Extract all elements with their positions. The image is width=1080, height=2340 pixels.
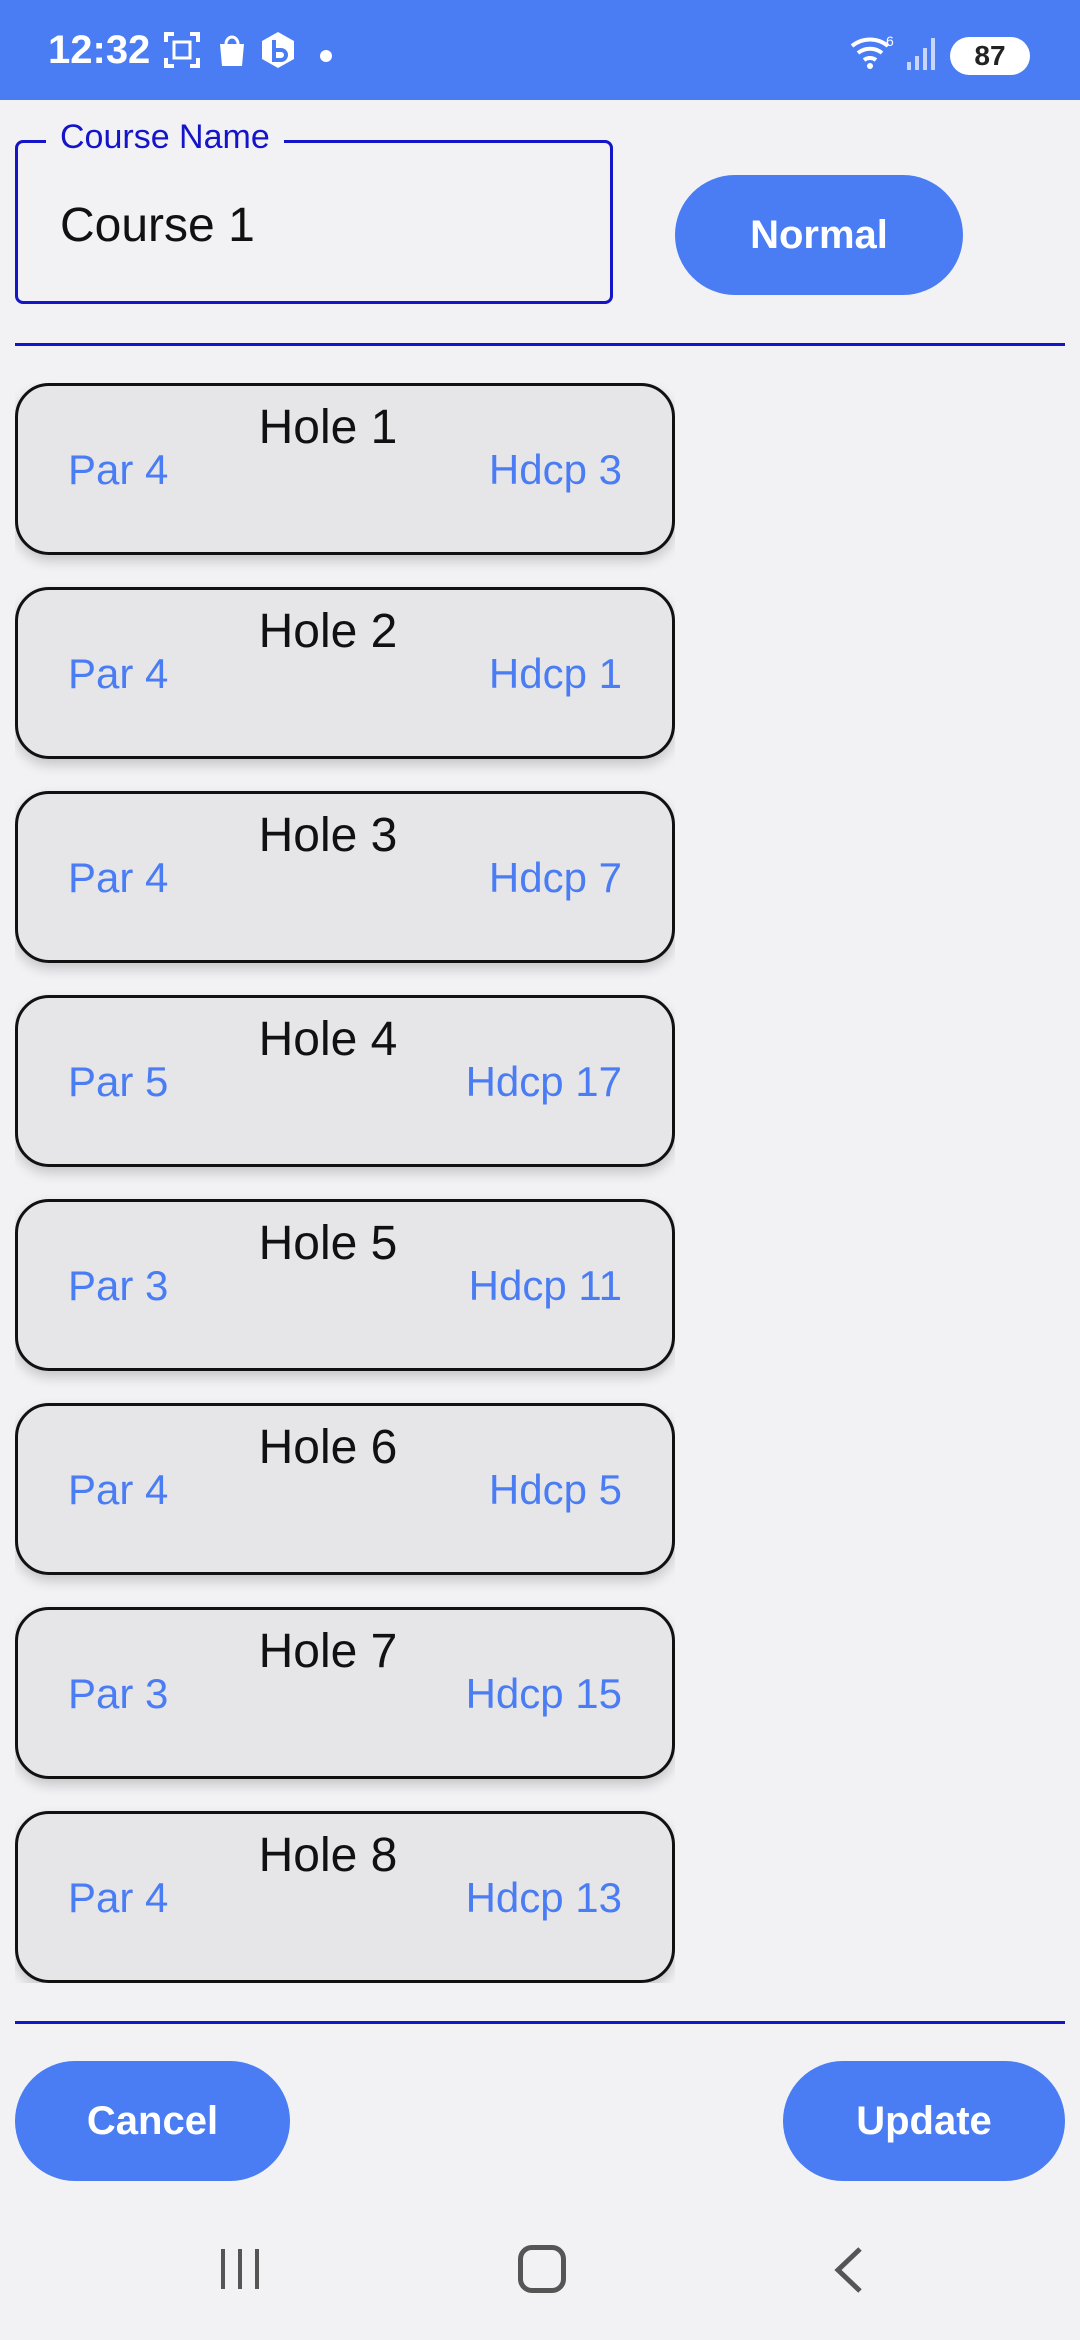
cancel-button[interactable]: Cancel	[15, 2061, 290, 2181]
hole-par: Par 4	[68, 1466, 169, 1513]
hole-par: Par 4	[68, 1874, 169, 1921]
signal-icon	[907, 38, 935, 70]
hole-card[interactable]: Hole 7 Par 3 Hdcp 15	[15, 1607, 675, 1779]
hole-card[interactable]: Hole 6 Par 4 Hdcp 5	[15, 1403, 675, 1575]
hole-par: Par 4	[68, 854, 169, 901]
hole-par: Par 4	[68, 446, 169, 493]
bottom-divider	[15, 2021, 1065, 2024]
hole-par: Par 3	[68, 1262, 169, 1309]
hole-par: Par 5	[68, 1058, 169, 1105]
update-button[interactable]: Update	[783, 2061, 1065, 2181]
course-name-input[interactable]	[60, 195, 580, 255]
hole-par: Par 4	[68, 650, 169, 697]
hole-card[interactable]: Hole 8 Par 4 Hdcp 13	[15, 1811, 675, 1983]
wifi-icon: 6	[850, 33, 894, 69]
mode-button[interactable]: Normal	[675, 175, 963, 295]
svg-text:6: 6	[886, 33, 894, 49]
hole-hdcp: Hdcp 1	[488, 650, 622, 697]
course-name-label: Course Name	[46, 118, 284, 157]
hole-hdcp: Hdcp 15	[465, 1670, 622, 1717]
hole-hdcp: Hdcp 17	[465, 1058, 622, 1105]
hole-card[interactable]: Hole 5 Par 3 Hdcp 11	[15, 1199, 675, 1371]
hole-card[interactable]: Hole 1 Par 4 Hdcp 3	[15, 383, 675, 555]
hole-par: Par 3	[68, 1670, 169, 1717]
top-divider	[15, 343, 1065, 346]
shopping-bag-icon	[220, 35, 244, 66]
hole-card[interactable]: Hole 3 Par 4 Hdcp 7	[15, 791, 675, 963]
hole-hdcp: Hdcp 5	[488, 1466, 622, 1513]
status-bar: 12:32 6 87	[0, 0, 1080, 100]
holes-list[interactable]: Hole 1 Par 4 Hdcp 3 Hole 2 Par 4 Hdcp 1 …	[15, 383, 675, 1983]
hole-hdcp: Hdcp 13	[465, 1874, 622, 1921]
back-icon[interactable]	[828, 2245, 868, 2295]
home-icon[interactable]	[518, 2245, 566, 2293]
hole-card[interactable]: Hole 4 Par 5 Hdcp 17	[15, 995, 675, 1167]
hole-hdcp: Hdcp 11	[468, 1262, 622, 1309]
hole-card[interactable]: Hole 2 Par 4 Hdcp 1	[15, 587, 675, 759]
hole-hdcp: Hdcp 3	[488, 446, 622, 493]
hole-hdcp: Hdcp 7	[488, 854, 622, 901]
battery-level: 87	[974, 40, 1006, 71]
b-app-icon	[262, 32, 294, 68]
battery-icon: 87	[950, 37, 1030, 75]
screenshot-icon	[164, 32, 200, 68]
notification-dot	[320, 50, 332, 62]
recent-apps-icon[interactable]	[215, 2245, 265, 2293]
status-time: 12:32	[48, 28, 151, 72]
